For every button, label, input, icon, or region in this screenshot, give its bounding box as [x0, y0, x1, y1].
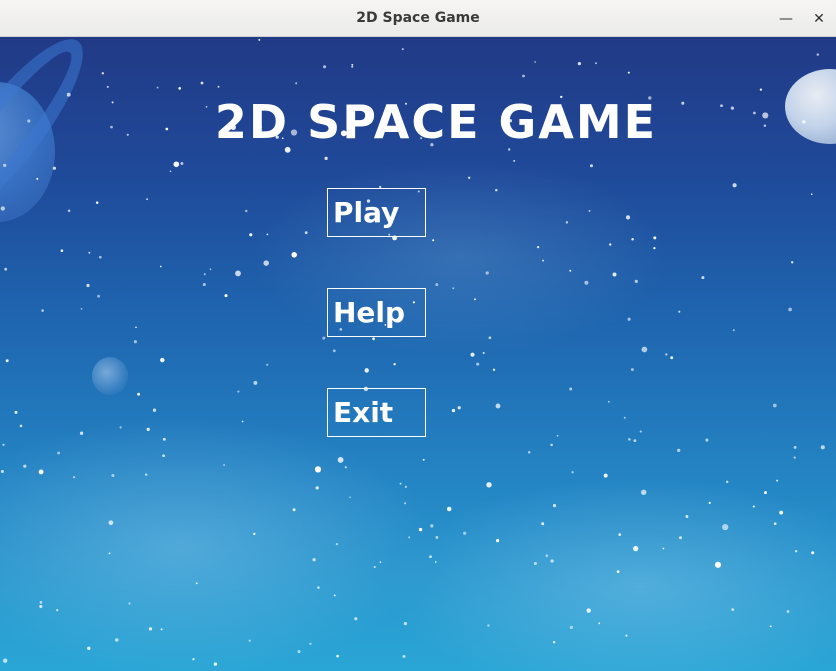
- window-title: 2D Space Game: [356, 10, 480, 26]
- title-bar: 2D Space Game — ✕: [0, 0, 836, 37]
- game-title: 2D SPACE GAME: [214, 95, 658, 149]
- exit-button[interactable]: Exit: [327, 388, 426, 437]
- close-icon[interactable]: ✕: [808, 8, 830, 30]
- minimize-icon[interactable]: —: [775, 8, 797, 30]
- play-button[interactable]: Play: [327, 188, 426, 237]
- game-canvas: 2D SPACE GAME Play Help Exit: [0, 37, 836, 671]
- app-window: 2D Space Game — ✕ 2D SPACE GAME Play Hel…: [0, 0, 836, 671]
- help-button[interactable]: Help: [327, 288, 426, 337]
